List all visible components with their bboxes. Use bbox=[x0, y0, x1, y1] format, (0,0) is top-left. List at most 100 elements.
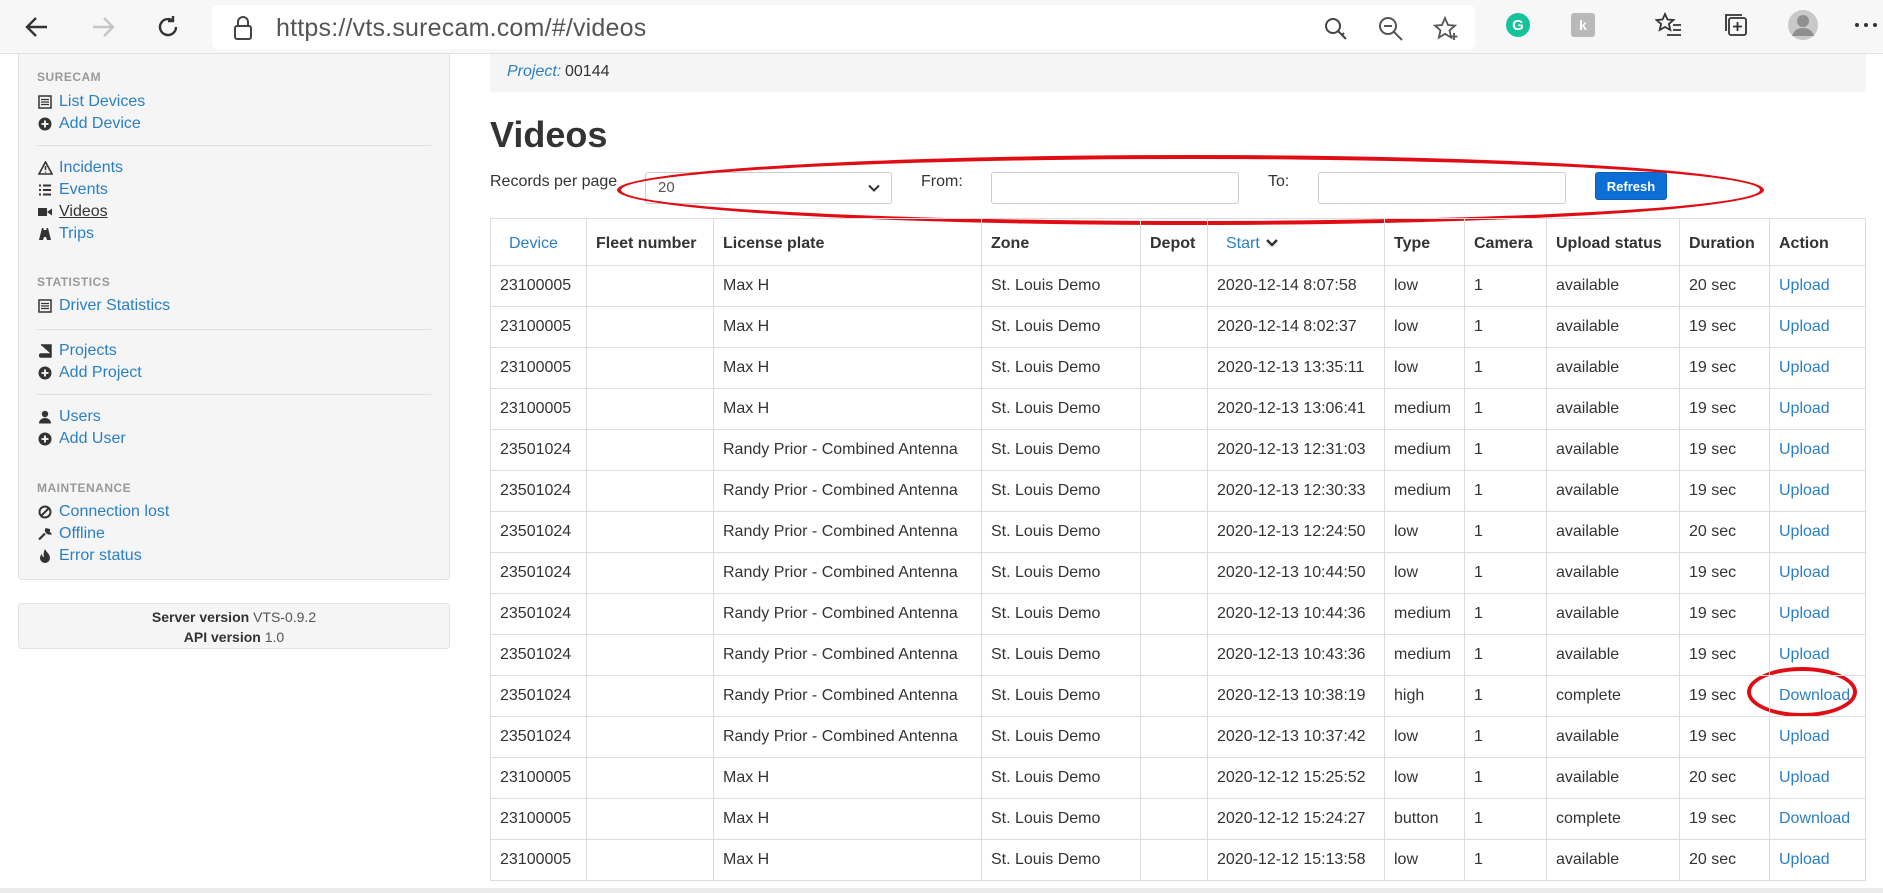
sidebar-item-add-device[interactable]: Add Device bbox=[37, 113, 141, 135]
cell-type: medium bbox=[1384, 388, 1465, 430]
download-link[interactable]: Download bbox=[1779, 687, 1850, 704]
collections-icon[interactable] bbox=[1720, 9, 1752, 41]
to-date-input[interactable] bbox=[1318, 172, 1566, 204]
key-icon[interactable] bbox=[1322, 15, 1350, 43]
upload-link[interactable]: Upload bbox=[1779, 769, 1830, 786]
upload-link[interactable]: Upload bbox=[1779, 523, 1830, 540]
cell-start: 2020-12-13 12:30:33 bbox=[1207, 470, 1385, 512]
browser-toolbar: https://vts.surecam.com/#/videos G k bbox=[0, 0, 1883, 54]
table-row: 23501024 Randy Prior - Combined Antenna St… bbox=[490, 716, 1866, 758]
cell-start: 2020-12-14 8:07:58 bbox=[1207, 265, 1385, 307]
warning-icon bbox=[37, 160, 53, 176]
cell-type: low bbox=[1384, 511, 1465, 553]
more-menu-icon[interactable] bbox=[1850, 9, 1882, 41]
project-value: 00144 bbox=[565, 63, 610, 80]
upload-link[interactable]: Upload bbox=[1779, 318, 1830, 335]
upload-link[interactable]: Upload bbox=[1779, 277, 1830, 294]
address-bar[interactable]: https://vts.surecam.com/#/videos bbox=[212, 5, 1475, 49]
cell-zone: St. Louis Demo bbox=[981, 306, 1141, 348]
cell-device: 23501024 bbox=[490, 716, 587, 758]
sidebar-item-trips[interactable]: Trips bbox=[37, 223, 94, 245]
videos-table: Device Fleet number License plate Zone D… bbox=[490, 218, 1866, 881]
upload-link[interactable]: Upload bbox=[1779, 400, 1830, 417]
sidebar-item-connection-lost[interactable]: Connection lost bbox=[37, 501, 169, 523]
table-row: 23100005 Max H St. Louis Demo 2020-12-12 15… bbox=[490, 798, 1866, 840]
column-header-start[interactable]: Start bbox=[1207, 218, 1385, 266]
cell-device: 23501024 bbox=[490, 470, 587, 512]
cell-camera: 1 bbox=[1464, 552, 1547, 594]
sidebar-item-projects[interactable]: Projects bbox=[37, 340, 117, 362]
sidebar-item-add-user[interactable]: Add User bbox=[37, 428, 126, 450]
project-label[interactable]: Project: bbox=[507, 63, 561, 81]
favorite-star-icon[interactable] bbox=[1432, 15, 1460, 43]
sidebar-item-users[interactable]: Users bbox=[37, 406, 101, 428]
plus-circle-icon bbox=[37, 116, 53, 132]
sidebar-item-error-status[interactable]: Error status bbox=[37, 545, 142, 567]
upload-link[interactable]: Upload bbox=[1779, 564, 1830, 581]
sidebar-item-driver-statistics[interactable]: Driver Statistics bbox=[37, 295, 170, 317]
reload-button[interactable] bbox=[151, 10, 185, 44]
table-body: 23100005 Max H St. Louis Demo 2020-12-14 8:… bbox=[490, 265, 1866, 881]
from-label: From: bbox=[921, 173, 963, 190]
sidebar-item-list-devices[interactable]: List Devices bbox=[37, 91, 145, 113]
book-icon bbox=[37, 343, 53, 359]
user-icon bbox=[37, 409, 53, 425]
upload-link[interactable]: Upload bbox=[1779, 851, 1830, 868]
cell-license-plate: Max H bbox=[713, 388, 982, 430]
cell-action: Download bbox=[1769, 798, 1866, 840]
download-link[interactable]: Download bbox=[1779, 810, 1850, 827]
records-per-page-select[interactable]: 20 bbox=[645, 172, 892, 204]
cell-device: 23501024 bbox=[490, 429, 587, 471]
cell-zone: St. Louis Demo bbox=[981, 470, 1141, 512]
cell-upload-status: available bbox=[1546, 388, 1680, 430]
cell-action: Upload bbox=[1769, 470, 1866, 512]
zoom-out-icon[interactable] bbox=[1377, 15, 1405, 43]
cell-start: 2020-12-13 10:37:42 bbox=[1207, 716, 1385, 758]
cell-type: low bbox=[1384, 757, 1465, 799]
upload-link[interactable]: Upload bbox=[1779, 482, 1830, 499]
svg-text:k: k bbox=[1579, 17, 1587, 33]
cell-depot bbox=[1140, 716, 1208, 758]
upload-link[interactable]: Upload bbox=[1779, 728, 1830, 745]
extension-icon[interactable]: k bbox=[1567, 9, 1599, 41]
favorites-list-icon[interactable] bbox=[1653, 9, 1685, 41]
fire-icon bbox=[37, 548, 53, 564]
nav-divider bbox=[37, 145, 431, 146]
cell-camera: 1 bbox=[1464, 593, 1547, 635]
column-header-device[interactable]: Device bbox=[490, 218, 587, 266]
cell-zone: St. Louis Demo bbox=[981, 675, 1141, 717]
cell-action: Upload bbox=[1769, 716, 1866, 758]
sidebar-item-incidents[interactable]: Incidents bbox=[37, 157, 123, 179]
upload-link[interactable]: Upload bbox=[1779, 359, 1830, 376]
cell-upload-status: available bbox=[1546, 757, 1680, 799]
from-date-input[interactable] bbox=[991, 172, 1239, 204]
cell-duration: 20 sec bbox=[1679, 757, 1770, 799]
reload-icon bbox=[158, 16, 178, 37]
upload-link[interactable]: Upload bbox=[1779, 441, 1830, 458]
sidebar-item-events[interactable]: Events bbox=[37, 179, 108, 201]
cell-license-plate: Max H bbox=[713, 306, 982, 348]
cell-upload-status: available bbox=[1546, 470, 1680, 512]
forward-button[interactable] bbox=[86, 10, 120, 44]
upload-link[interactable]: Upload bbox=[1779, 646, 1830, 663]
cell-action: Upload bbox=[1769, 347, 1866, 389]
cell-zone: St. Louis Demo bbox=[981, 552, 1141, 594]
cell-duration: 19 sec bbox=[1679, 716, 1770, 758]
refresh-button[interactable]: Refresh bbox=[1595, 172, 1667, 200]
arrow-left-icon bbox=[25, 17, 47, 37]
cell-device: 23100005 bbox=[490, 757, 587, 799]
grammarly-icon[interactable]: G bbox=[1502, 9, 1534, 41]
list-icon bbox=[37, 298, 53, 314]
sidebar-item-videos[interactable]: Videos bbox=[37, 201, 108, 223]
sidebar-item-offline[interactable]: Offline bbox=[37, 523, 105, 545]
back-button[interactable] bbox=[20, 10, 54, 44]
cell-device: 23501024 bbox=[490, 552, 587, 594]
cell-camera: 1 bbox=[1464, 388, 1547, 430]
profile-avatar-icon[interactable] bbox=[1787, 9, 1819, 41]
cell-camera: 1 bbox=[1464, 347, 1547, 389]
sidebar-item-add-project[interactable]: Add Project bbox=[37, 362, 142, 384]
api-version-label: API version bbox=[183, 629, 261, 645]
column-header-license-plate: License plate bbox=[713, 218, 982, 266]
cell-upload-status: available bbox=[1546, 429, 1680, 471]
upload-link[interactable]: Upload bbox=[1779, 605, 1830, 622]
